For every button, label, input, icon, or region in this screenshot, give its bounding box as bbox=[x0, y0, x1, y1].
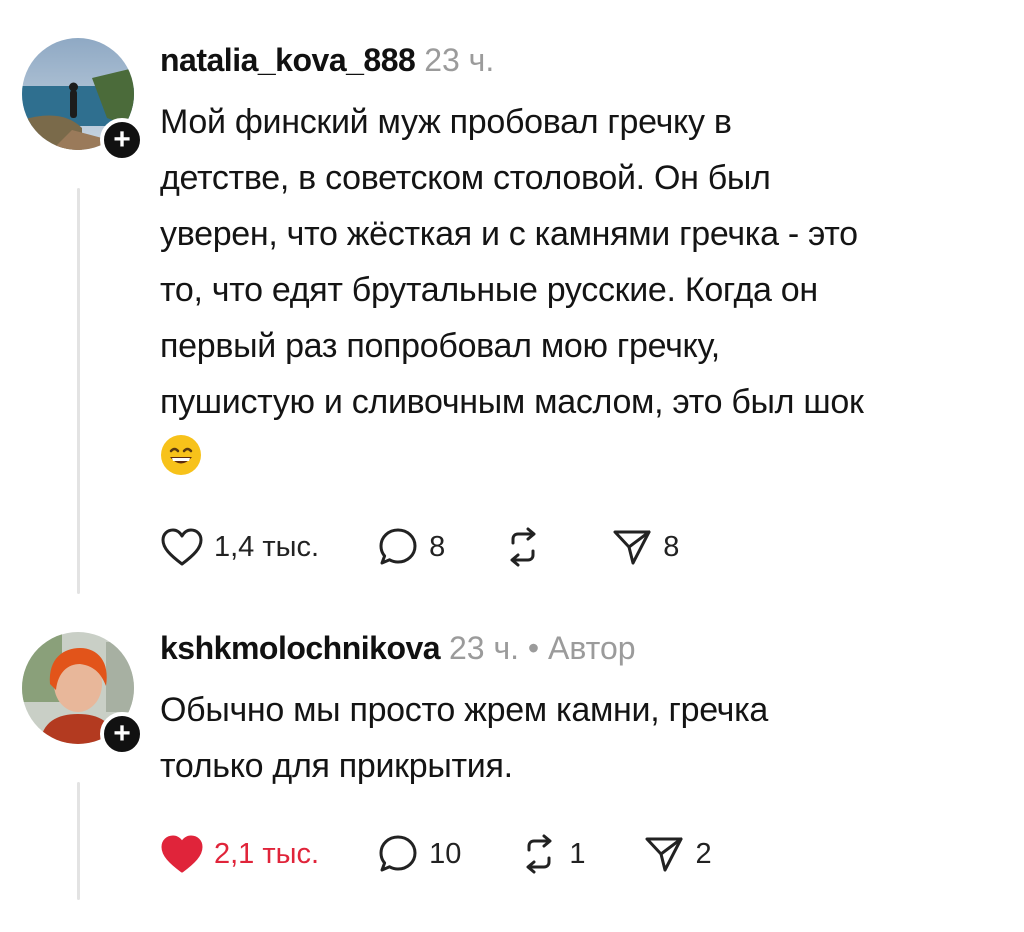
username[interactable]: natalia_kova_888 bbox=[160, 42, 416, 78]
comment-bubble-icon bbox=[377, 833, 419, 875]
repost-count: 1 bbox=[569, 837, 586, 870]
avatar-container: + bbox=[22, 632, 144, 756]
comment-text-line: уверен, что жёсткая и с камнями гречка -… bbox=[160, 215, 858, 253]
comment-actions: 1,4 тыс. 8 8 bbox=[160, 526, 737, 568]
comment-text-line: пушистую и сливочным маслом, это был шок bbox=[160, 383, 864, 421]
thread-line bbox=[77, 188, 80, 594]
share-count: 2 bbox=[695, 837, 712, 870]
comment-item: + natalia_kova_888 23 ч. Мой финский муж… bbox=[0, 0, 1024, 600]
comment-item: + kshkmolochnikova 23 ч. • Автор Обычно … bbox=[0, 600, 1024, 932]
like-count: 2,1 тыс. bbox=[214, 837, 320, 870]
share-button[interactable]: 2 bbox=[643, 834, 712, 874]
author-badge: • Автор bbox=[527, 630, 636, 666]
like-count: 1,4 тыс. bbox=[214, 530, 320, 563]
comment-text-line: Мой финский муж пробовал гречку в bbox=[160, 103, 732, 141]
comment-bubble-icon bbox=[377, 526, 419, 568]
comment-header: natalia_kova_888 23 ч. bbox=[160, 40, 1004, 80]
comment-text-line: то, что едят брутальные русские. Когда о… bbox=[160, 271, 818, 309]
paper-plane-icon bbox=[611, 527, 653, 567]
avatar-container: + bbox=[22, 38, 144, 162]
share-button[interactable]: 8 bbox=[611, 527, 679, 567]
reply-count: 10 bbox=[429, 837, 462, 870]
share-count: 8 bbox=[663, 530, 680, 563]
follow-button[interactable]: + bbox=[100, 712, 144, 756]
plus-icon: + bbox=[113, 717, 131, 750]
repost-arrows-icon bbox=[503, 527, 543, 567]
comment-text: Мой финский муж пробовал гречку в детств… bbox=[160, 94, 1004, 493]
repost-arrows-icon bbox=[519, 834, 559, 874]
comment-content: natalia_kova_888 23 ч. Мой финский муж п… bbox=[160, 40, 1004, 493]
reply-button[interactable]: 8 bbox=[377, 526, 445, 568]
repost-button[interactable] bbox=[503, 527, 553, 567]
comment-actions: 2,1 тыс. 10 1 2 bbox=[160, 833, 770, 875]
comment-header: kshkmolochnikova 23 ч. • Автор bbox=[160, 628, 1004, 668]
comment-text-line: только для прикрытия. bbox=[160, 747, 513, 785]
follow-button[interactable]: + bbox=[100, 118, 144, 162]
heart-icon bbox=[160, 834, 204, 874]
comment-text: Обычно мы просто жрем камни, гречка толь… bbox=[160, 682, 1004, 794]
comment-content: kshkmolochnikova 23 ч. • Автор Обычно мы… bbox=[160, 628, 1004, 794]
reply-button[interactable]: 10 bbox=[377, 833, 461, 875]
username[interactable]: kshkmolochnikova bbox=[160, 630, 441, 666]
reply-count: 8 bbox=[429, 530, 446, 563]
timestamp: 23 ч. bbox=[424, 42, 495, 78]
thread-line bbox=[77, 782, 80, 900]
plus-icon: + bbox=[113, 123, 131, 156]
grinning-face-with-smiling-eyes-emoji bbox=[160, 434, 202, 493]
paper-plane-icon bbox=[643, 834, 685, 874]
like-button[interactable]: 1,4 тыс. bbox=[160, 527, 319, 567]
like-button[interactable]: 2,1 тыс. bbox=[160, 834, 319, 874]
timestamp: 23 ч. bbox=[448, 630, 520, 666]
comment-text-line: первый раз попробовал мою гречку, bbox=[160, 327, 720, 365]
repost-button[interactable]: 1 bbox=[519, 834, 585, 874]
heart-icon bbox=[160, 527, 204, 567]
comment-text-line: Обычно мы просто жрем камни, гречка bbox=[160, 691, 769, 729]
comment-text-line: детстве, в советском столовой. Он был bbox=[160, 159, 771, 197]
